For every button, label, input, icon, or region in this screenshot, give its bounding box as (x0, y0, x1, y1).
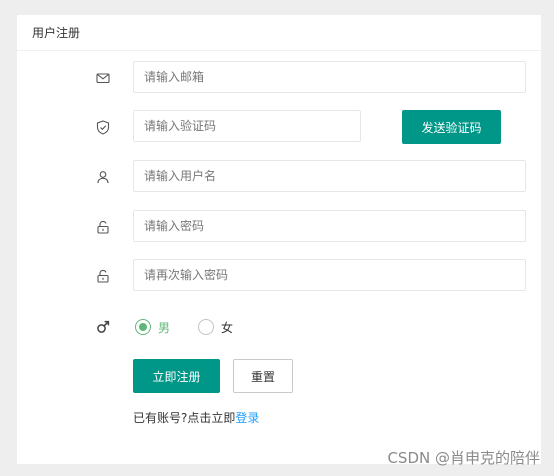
register-card: 用户注册 发送验证码 (17, 15, 541, 464)
confirm-password-field[interactable] (133, 259, 526, 291)
password-field[interactable] (133, 210, 526, 242)
watermark: CSDN @肖申克的陪伴 (387, 449, 540, 467)
login-link[interactable]: 登录 (235, 411, 259, 425)
email-row (17, 61, 541, 95)
login-prompt: 已有账号?点击立即登录 (133, 409, 259, 426)
lock-icon (95, 219, 111, 235)
username-field[interactable] (133, 160, 526, 192)
radio-label-male: 男 (158, 320, 171, 335)
radio-circle (198, 319, 214, 335)
email-field[interactable] (133, 61, 526, 93)
lock-icon (95, 268, 111, 284)
confirm-password-row (17, 259, 541, 293)
envelope-icon (95, 70, 111, 86)
gender-radio-female[interactable]: 女 (198, 317, 233, 337)
user-icon (95, 169, 111, 185)
register-button[interactable]: 立即注册 (133, 359, 220, 393)
password-row (17, 210, 541, 244)
send-code-button[interactable]: 发送验证码 (402, 110, 501, 144)
code-row: 发送验证码 (17, 110, 541, 144)
reset-button[interactable]: 重置 (233, 359, 293, 393)
male-symbol-icon (95, 319, 111, 335)
shield-check-icon (95, 119, 111, 135)
radio-label-female: 女 (221, 320, 234, 335)
username-row (17, 160, 541, 194)
gender-radio-male[interactable]: 男 (135, 317, 170, 337)
gender-row: 男 女 (17, 317, 541, 337)
card-header: 用户注册 (17, 15, 541, 51)
page-title: 用户注册 (32, 26, 81, 40)
login-prompt-text: 已有账号?点击立即 (133, 411, 236, 425)
radio-circle-checked (135, 319, 151, 335)
verification-code-field[interactable] (133, 110, 361, 142)
